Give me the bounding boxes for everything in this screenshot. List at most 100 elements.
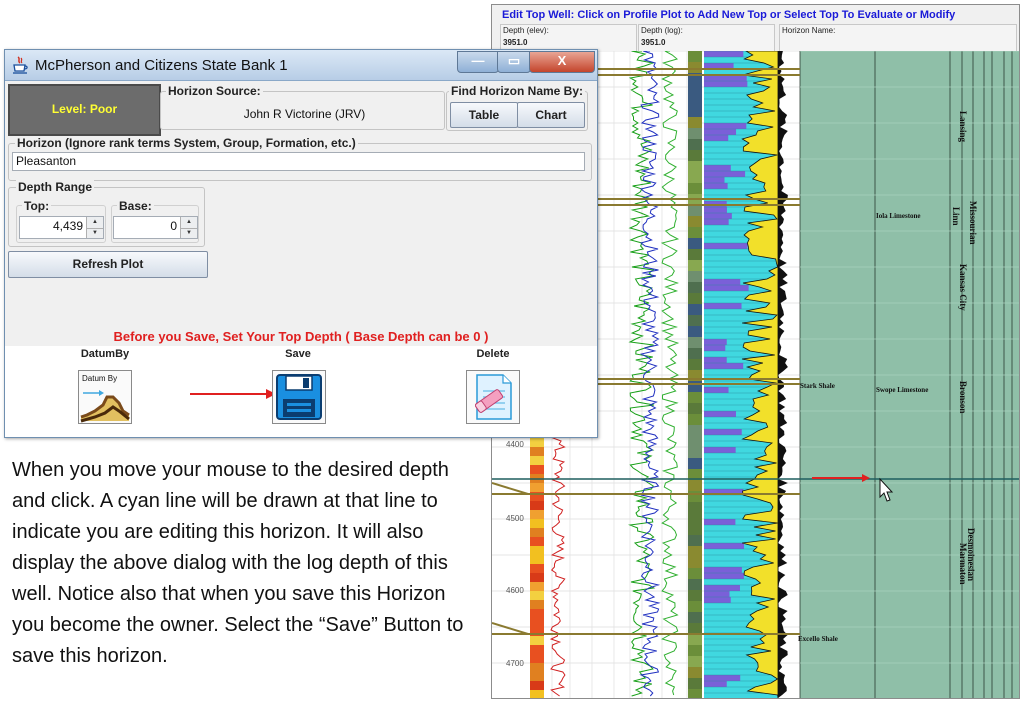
color-track-cell xyxy=(530,663,544,672)
color-track-cell xyxy=(530,447,544,456)
save-label: Save xyxy=(285,348,311,360)
delete-button[interactable] xyxy=(466,370,520,424)
green-track-cell xyxy=(688,271,702,282)
color-track-cell xyxy=(530,456,544,465)
green-track-cell xyxy=(688,293,702,304)
instruction-paragraph: When you move your mouse to the desired … xyxy=(12,459,464,667)
color-track-cell xyxy=(530,519,544,528)
green-track-cell xyxy=(688,480,702,491)
unit-label: Linn xyxy=(951,207,961,226)
lithology-shale-band xyxy=(704,675,741,681)
green-track-cell xyxy=(688,656,702,667)
top-depth-down-button[interactable]: ▼ xyxy=(87,228,103,239)
color-track-cell xyxy=(530,609,544,618)
green-track-cell xyxy=(688,414,702,425)
close-button[interactable]: X xyxy=(529,51,595,73)
lithology-shale-band xyxy=(704,429,742,435)
lithology-shale-band xyxy=(704,681,727,687)
lithology-shale-band xyxy=(704,279,741,285)
green-track-cell xyxy=(688,260,702,271)
top-depth-spinner[interactable]: 4,439 ▲ ▼ xyxy=(19,216,104,239)
green-track-cell xyxy=(688,62,702,73)
color-track-cell xyxy=(530,618,544,627)
lithology-shale-band xyxy=(704,363,744,369)
find-horizon-label: Find Horizon Name By: xyxy=(449,84,586,98)
green-track-cell xyxy=(688,348,702,359)
base-depth-down-button[interactable]: ▼ xyxy=(181,228,197,239)
horizon-label: Horizon (Ignore rank terms System, Group… xyxy=(15,136,358,150)
green-track-cell xyxy=(688,546,702,557)
color-track-cell xyxy=(530,573,544,582)
depth-range-label: Depth Range xyxy=(16,180,95,194)
green-track-cell xyxy=(688,381,702,392)
depth-tick: 4500 xyxy=(506,514,524,523)
plot-window-title: Edit Top Well: Click on Profile Plot to … xyxy=(502,9,956,21)
minimize-button[interactable]: — xyxy=(457,51,499,73)
stratigraphy-panel xyxy=(800,51,1019,698)
green-track-cell xyxy=(688,216,702,227)
color-track-cell xyxy=(530,645,544,654)
action-area: DatumBy Save Delete Datum By xyxy=(5,346,597,437)
level-text: Level: Poor xyxy=(51,102,118,116)
green-track-cell xyxy=(688,667,702,678)
lithology-shale-band xyxy=(704,81,748,87)
horizon-name-input[interactable]: Pleasanton xyxy=(12,152,585,171)
unit-label: Lansing xyxy=(958,111,968,143)
green-track-cell xyxy=(688,392,702,403)
lithology-shale-band xyxy=(704,597,731,603)
green-track-cell xyxy=(688,117,702,128)
horizon-label: Excello Shale xyxy=(798,635,838,643)
green-track-cell xyxy=(688,425,702,436)
find-by-table-button[interactable]: Table xyxy=(450,102,518,128)
color-track-cell xyxy=(530,672,544,681)
green-track-cell xyxy=(688,249,702,260)
lithology-shale-band xyxy=(704,303,742,309)
horizon-source-group: Horizon Source: John R Victorine (JRV) xyxy=(160,84,445,130)
green-track-cell xyxy=(688,568,702,579)
green-track-cell xyxy=(688,51,702,62)
level-badge: Level: Poor xyxy=(8,84,161,136)
green-track-cell xyxy=(688,502,702,513)
dialog-title: McPherson and Citizens State Bank 1 xyxy=(35,57,288,74)
color-track-cell xyxy=(530,555,544,564)
green-track-cell xyxy=(688,205,702,216)
color-track-cell xyxy=(530,690,544,698)
color-track-cell xyxy=(530,582,544,591)
green-track-cell xyxy=(688,172,702,183)
dialog-titlebar[interactable]: McPherson and Citizens State Bank 1 — ▭ … xyxy=(5,50,597,81)
lithology-shale-band xyxy=(704,129,737,135)
green-track-cell xyxy=(688,403,702,414)
lithology-shale-band xyxy=(704,591,730,597)
lithology-shale-band xyxy=(704,135,729,141)
maximize-button[interactable]: ▭ xyxy=(497,51,531,73)
save-button[interactable] xyxy=(272,370,326,424)
green-track-cell xyxy=(688,315,702,326)
base-depth-label: Base: xyxy=(117,199,154,213)
find-horizon-group: Find Horizon Name By: Table Chart xyxy=(446,84,588,131)
delete-document-icon xyxy=(474,374,512,420)
find-by-chart-button[interactable]: Chart xyxy=(517,102,585,128)
horizon-source-value: John R Victorine (JRV) xyxy=(243,107,366,121)
save-warning-message: Before you Save, Set Your Top Depth ( Ba… xyxy=(113,329,489,344)
color-track-cell xyxy=(530,636,544,645)
green-track-cell xyxy=(688,557,702,568)
horizon-label: Stark Shale xyxy=(800,382,835,390)
datum-by-button[interactable]: Datum By xyxy=(78,370,132,424)
depth-tick: 4400 xyxy=(506,440,524,449)
green-track-cell xyxy=(688,359,702,370)
green-track-cell xyxy=(688,183,702,194)
horizon-label: Swope Limestone xyxy=(876,386,928,394)
green-track-cell xyxy=(688,513,702,524)
color-track-cell xyxy=(530,465,544,474)
color-track-cell xyxy=(530,510,544,519)
green-track-cell xyxy=(688,139,702,150)
lithology-shale-band xyxy=(704,573,744,579)
green-track-cell xyxy=(688,282,702,293)
lithology-shale-band xyxy=(704,411,736,417)
refresh-plot-button[interactable]: Refresh Plot xyxy=(8,251,208,278)
color-track-cell xyxy=(530,501,544,510)
base-depth-spinner[interactable]: 0 ▲ ▼ xyxy=(113,216,198,239)
horizon-label: Iola Limestone xyxy=(876,212,921,220)
green-track-cell xyxy=(688,304,702,315)
color-track-cell xyxy=(530,438,544,447)
